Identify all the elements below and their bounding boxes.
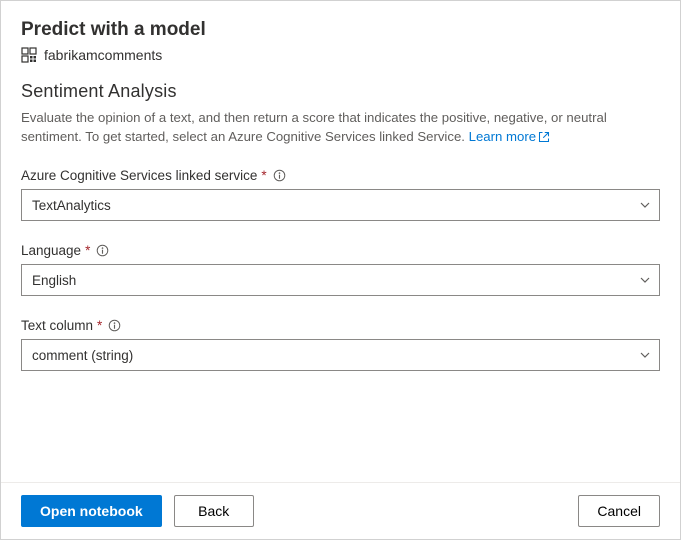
info-icon[interactable] bbox=[96, 244, 109, 257]
field-label-linked-service: Azure Cognitive Services linked service … bbox=[21, 168, 660, 183]
info-icon[interactable] bbox=[108, 319, 121, 332]
section-description: Evaluate the opinion of a text, and then… bbox=[21, 108, 660, 146]
label-text: Azure Cognitive Services linked service bbox=[21, 168, 257, 183]
required-asterisk: * bbox=[97, 318, 102, 333]
required-asterisk: * bbox=[261, 168, 266, 183]
field-language: Language * English bbox=[21, 243, 660, 296]
info-icon[interactable] bbox=[273, 169, 286, 182]
dataset-icon bbox=[21, 47, 37, 63]
chevron-down-icon bbox=[639, 349, 651, 361]
resource-row: fabrikamcomments bbox=[21, 47, 660, 63]
back-button[interactable]: Back bbox=[174, 495, 254, 527]
linked-service-select[interactable]: TextAnalytics bbox=[21, 189, 660, 221]
chevron-down-icon bbox=[639, 274, 651, 286]
page-title: Predict with a model bbox=[21, 19, 660, 41]
language-select[interactable]: English bbox=[21, 264, 660, 296]
learn-more-label: Learn more bbox=[469, 129, 536, 144]
label-text: Language bbox=[21, 243, 81, 258]
text-column-select[interactable]: comment (string) bbox=[21, 339, 660, 371]
resource-name: fabrikamcomments bbox=[44, 47, 162, 63]
label-text: Text column bbox=[21, 318, 93, 333]
learn-more-link[interactable]: Learn more bbox=[469, 129, 550, 144]
dialog-content: Predict with a model fabrikamcomments Se… bbox=[1, 1, 680, 482]
field-label-text-column: Text column * bbox=[21, 318, 660, 333]
cancel-button[interactable]: Cancel bbox=[578, 495, 660, 527]
field-text-column: Text column * comment (string) bbox=[21, 318, 660, 371]
select-value: comment (string) bbox=[32, 348, 133, 363]
required-asterisk: * bbox=[85, 243, 90, 258]
external-link-icon bbox=[538, 131, 550, 143]
open-notebook-button[interactable]: Open notebook bbox=[21, 495, 162, 527]
dialog-footer: Open notebook Back Cancel bbox=[1, 482, 680, 539]
select-value: English bbox=[32, 273, 76, 288]
chevron-down-icon bbox=[639, 199, 651, 211]
section-title: Sentiment Analysis bbox=[21, 81, 660, 102]
field-label-language: Language * bbox=[21, 243, 660, 258]
select-value: TextAnalytics bbox=[32, 198, 111, 213]
field-linked-service: Azure Cognitive Services linked service … bbox=[21, 168, 660, 221]
